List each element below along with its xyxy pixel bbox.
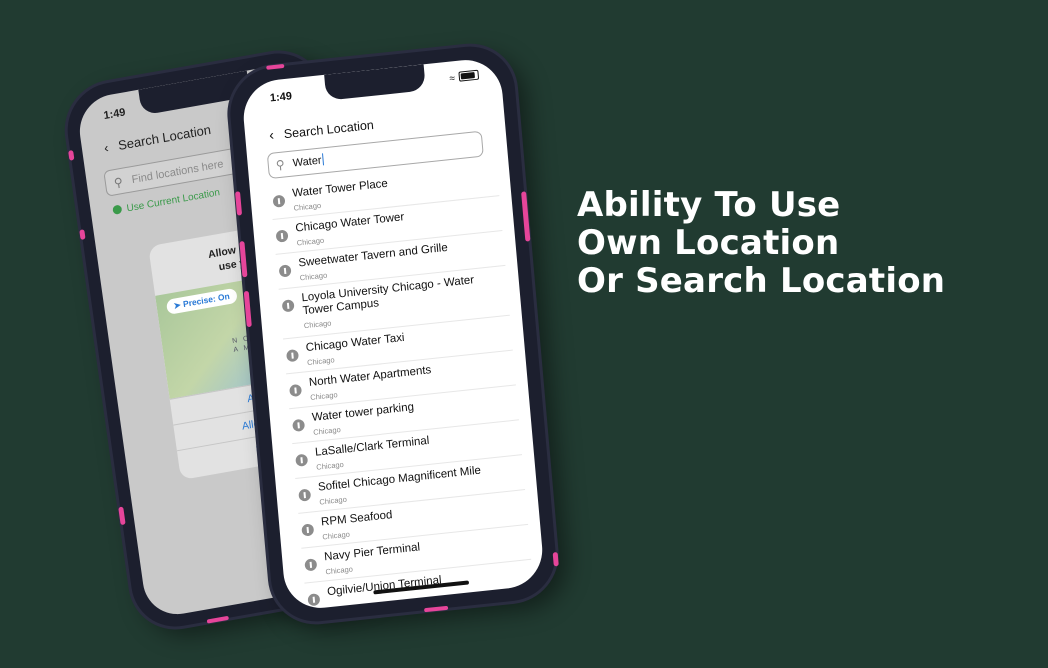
location-pin-icon [275,229,289,243]
status-icons: ≈ [449,69,480,85]
location-pin-icon [298,488,312,502]
search-icon: ⚲ [275,157,286,173]
text-caret [321,153,324,166]
search-placeholder: Find locations here [130,158,225,187]
headline-line-2: Own Location [577,223,840,263]
wifi-icon: ≈ [449,73,456,85]
results-list: Water Tower Place Chicago Chicago Water T… [269,161,535,612]
search-value: Water [292,154,323,170]
frame-accent [552,551,559,567]
status-time: 1:49 [269,90,293,105]
headline-line-1: Ability To Use [577,185,841,225]
nav-header: ‹ Search Location [268,116,374,143]
location-pin-icon [289,383,303,398]
location-pin-icon [301,523,315,537]
front-phone: 1:49 ≈ ‹ Search Location ⚲ Water Water To… [226,42,560,626]
front-screen: 1:49 ≈ ‹ Search Location ⚲ Water Water To… [240,56,546,612]
location-pin-icon [304,558,318,572]
location-pin-icon [272,194,286,208]
location-pin-icon [278,264,292,278]
back-chevron-icon[interactable]: ‹ [268,126,274,142]
location-pin-icon [307,593,321,607]
page-title: Search Location [283,117,375,142]
nav-header: ‹ Search Location [103,122,212,156]
location-icon [112,204,123,215]
headline-line-3: Or Search Location [577,261,946,301]
page-title: Search Location [117,121,212,153]
status-time: 1:49 [102,106,127,123]
location-pin-icon [295,453,309,467]
back-chevron-icon[interactable]: ‹ [103,140,109,156]
headline: Ability To Use Own Location Or Search Lo… [577,186,945,300]
location-pin-icon [281,299,295,313]
location-pin-icon [286,349,300,363]
battery-icon [458,69,480,82]
search-icon: ⚲ [113,174,124,191]
location-pin-icon [292,418,306,432]
